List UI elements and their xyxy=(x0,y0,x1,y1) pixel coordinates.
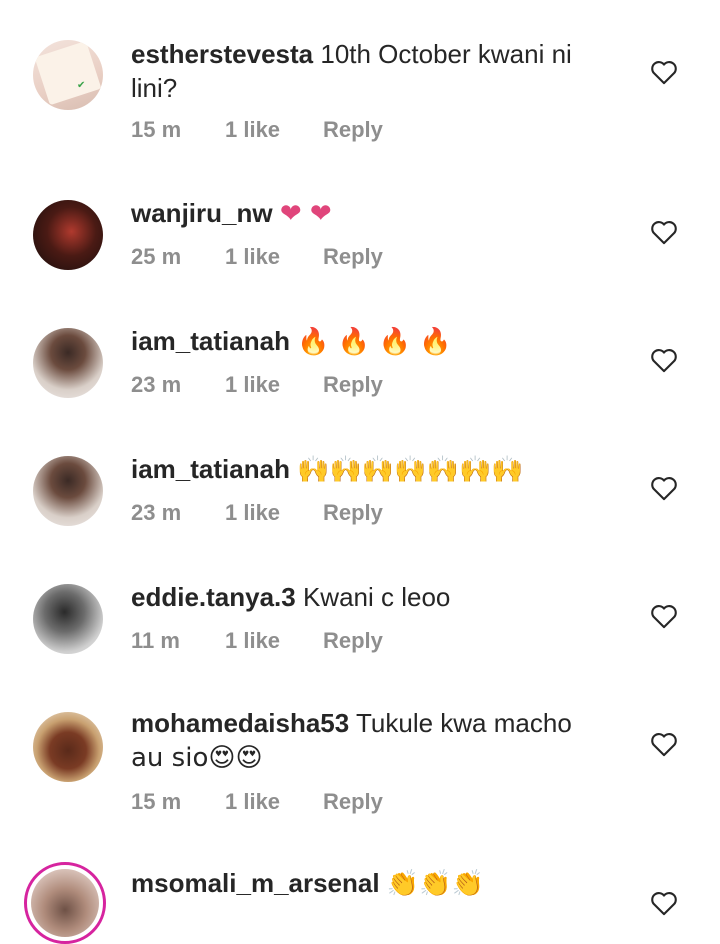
comment-body-cont: lini? xyxy=(131,73,178,103)
avatar[interactable]: ✔ xyxy=(33,40,103,110)
comment-time: 23 m xyxy=(131,372,182,397)
avatar[interactable] xyxy=(33,712,103,782)
reply-button[interactable]: Reply xyxy=(323,372,383,398)
avatar[interactable] xyxy=(33,328,103,398)
avatar xyxy=(31,869,99,937)
comment-username[interactable]: msomali_m_arsenal xyxy=(131,868,380,898)
comment-likes[interactable]: 1 like xyxy=(225,372,280,398)
comment-username[interactable]: mohamedaisha53 xyxy=(131,708,349,738)
comment-username[interactable]: wanjiru_nw xyxy=(131,198,273,228)
comment-body: 🙌🙌🙌🙌🙌🙌🙌 xyxy=(297,455,524,485)
comment-time: 15 m xyxy=(131,789,182,814)
heart-outline-icon[interactable] xyxy=(650,59,678,85)
reply-button[interactable]: Reply xyxy=(323,628,383,654)
comment-body: 🔥 🔥 🔥 🔥 xyxy=(297,327,452,357)
reply-button[interactable]: Reply xyxy=(323,244,383,270)
comment-text: iam_tatianah 🔥 🔥 🔥 🔥 xyxy=(131,324,631,359)
comment-body: Kwani c leoo xyxy=(302,582,451,612)
reply-button[interactable]: Reply xyxy=(323,500,383,526)
comment-likes[interactable]: 1 like xyxy=(225,117,280,143)
comment-time: 15 m xyxy=(131,117,182,142)
comment-username[interactable]: iam_tatianah xyxy=(131,454,290,484)
comments-list: ✔ estherstevesta 10th October kwani ni l… xyxy=(0,0,720,944)
reply-button[interactable]: Reply xyxy=(323,789,383,815)
comment-body-cont: au sio😍😍 xyxy=(131,743,263,773)
avatar[interactable] xyxy=(33,584,103,654)
comment-text: mohamedaisha53 Tukule kwa macho au sio😍😍 xyxy=(131,706,631,775)
heart-outline-icon[interactable] xyxy=(650,731,678,757)
heart-outline-icon[interactable] xyxy=(650,347,678,373)
comment-body: 10th October kwani ni xyxy=(320,39,572,69)
comment-likes[interactable]: 1 like xyxy=(225,789,280,815)
comment-username[interactable]: eddie.tanya.3 xyxy=(131,582,296,612)
comment-text: eddie.tanya.3 Kwani c leoo xyxy=(131,580,631,614)
comment-body: ❤ ❤ xyxy=(279,199,332,229)
avatar-story-ring[interactable] xyxy=(24,862,106,944)
comment-body: Tukule kwa macho xyxy=(355,708,572,738)
comment-time: 11 m xyxy=(131,628,180,653)
reply-button[interactable]: Reply xyxy=(323,117,383,143)
heart-outline-icon[interactable] xyxy=(650,475,678,501)
comment-text: wanjiru_nw ❤ ❤ xyxy=(131,196,631,231)
avatar[interactable] xyxy=(33,456,103,526)
comment-text: estherstevesta 10th October kwani ni lin… xyxy=(131,37,631,105)
comment-text: msomali_m_arsenal 👏👏👏 xyxy=(131,866,631,901)
comment-username[interactable]: iam_tatianah xyxy=(131,326,290,356)
comment-text: iam_tatianah 🙌🙌🙌🙌🙌🙌🙌 xyxy=(131,452,631,487)
comment-likes[interactable]: 1 like xyxy=(225,628,280,654)
comment-body: 👏👏👏 xyxy=(386,869,484,899)
heart-outline-icon[interactable] xyxy=(650,890,678,916)
heart-outline-icon[interactable] xyxy=(650,219,678,245)
comment-likes[interactable]: 1 like xyxy=(225,244,280,270)
comment-time: 25 m xyxy=(131,244,182,269)
comment-time: 23 m xyxy=(131,500,182,525)
heart-outline-icon[interactable] xyxy=(650,603,678,629)
comment-likes[interactable]: 1 like xyxy=(225,500,280,526)
comment-username[interactable]: estherstevesta xyxy=(131,39,313,69)
avatar[interactable] xyxy=(33,200,103,270)
